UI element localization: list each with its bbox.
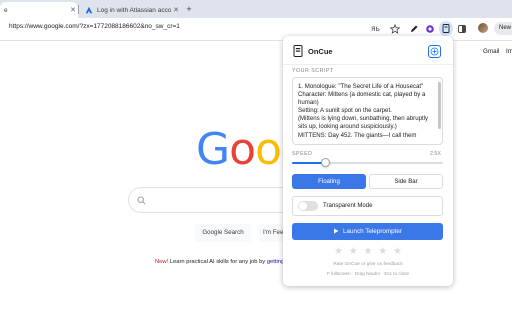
add-script-button[interactable] [428,45,441,58]
promo-banner: New! Learn practical AI skills for any j… [155,259,284,265]
pen-extension-icon[interactable] [408,23,419,34]
script-line: Setting: A sunlit spot on the carpet. [298,107,392,115]
script-line: 1. Monologue: "The Secret Life of a Hous… [298,83,424,90]
speed-max-label: 2.5X [430,151,441,157]
rating-star[interactable]: ★ [393,247,402,257]
promo-link[interactable]: getting [267,259,284,265]
script-label: YOUR SCRIPT [292,68,334,74]
address-bar[interactable]: https://www.google.com/?zx=1772088186602… [9,23,180,30]
tab-strip: e ✕ Log in with Atlassian account ✕ + [0,0,512,18]
close-icon[interactable]: ✕ [68,6,78,14]
new-chrome-button[interactable]: New [494,22,512,35]
toggle-knob [299,202,307,210]
launch-label: Launch Teleprompter [342,228,403,235]
tab-google[interactable]: e ✕ [0,2,78,18]
launch-teleprompter-button[interactable]: Launch Teleprompter [292,223,443,240]
speed-label: SPEED [292,151,313,157]
rating-star[interactable]: ★ [349,247,358,257]
popup-header[interactable]: OnCue [283,36,453,66]
promo-text: Learn practical AI skills for any job by [168,259,267,265]
teleprompter-icon [293,45,303,57]
sidebar-mode-button[interactable]: Side Bar [369,174,443,189]
speed-slider-thumb[interactable] [320,158,330,167]
script-scrollbar[interactable] [438,82,441,129]
oncue-popup: OnCue YOUR SCRIPT 1. Monologue: "The Sec… [283,36,453,286]
translate-icon[interactable]: ЯЬ [371,23,382,34]
app-title: OnCue [308,47,333,56]
tab-atlassian[interactable]: Log in with Atlassian account ✕ [79,2,181,18]
script-line: (Mittens is lying down, sunbathing, then… [298,115,429,131]
transparent-mode-label: Transparent Mode [323,202,373,209]
search-icon [137,196,146,205]
transparent-mode-row[interactable]: Transparent Mode [292,196,443,216]
gmail-link[interactable]: Gmail [483,48,499,55]
rate-feedback-text[interactable]: Rate OnCue or give us feedback [283,262,453,267]
tab-label: e [4,6,8,14]
logo-letter: o [255,124,282,175]
google-search-button[interactable]: Google Search [195,224,251,242]
star-bookmark-icon[interactable] [389,23,400,34]
atlassian-icon [85,6,93,14]
images-link[interactable]: Im [506,48,512,55]
rating-star[interactable]: ★ [334,247,343,257]
promo-new-label: New! [155,259,169,265]
rating-star[interactable]: ★ [364,247,373,257]
logo-letter: G [196,124,230,175]
oncue-extension-button[interactable] [439,21,453,36]
play-icon [333,228,339,234]
keyboard-hint: F fullscreen · Drag header · Esc to clos… [326,271,410,276]
shield-extension-icon[interactable] [424,23,435,34]
close-icon[interactable]: ✕ [171,6,181,14]
header-divider [283,64,453,65]
rating-star[interactable]: ★ [378,247,387,257]
new-tab-button[interactable]: + [183,3,195,15]
extensions-puzzle-icon[interactable] [456,23,467,34]
tab-label: Log in with Atlassian account [97,6,171,14]
script-line: MITTENS: Day 452. The giants—I call them [298,131,417,139]
script-textarea[interactable]: 1. Monologue: "The Secret Life of a Hous… [292,77,443,145]
floating-mode-button[interactable]: Floating [292,174,366,189]
svg-text:ЯЬ: ЯЬ [371,25,380,33]
avatar[interactable] [478,23,488,33]
rating-stars: ★ ★ ★ ★ ★ [334,247,402,257]
transparent-mode-toggle[interactable] [298,201,318,211]
script-line: Character: Mittens (a domestic cat, play… [298,91,426,107]
plus-circle-icon [430,47,439,56]
logo-letter: o [229,124,256,175]
speed-slider[interactable] [292,162,443,164]
